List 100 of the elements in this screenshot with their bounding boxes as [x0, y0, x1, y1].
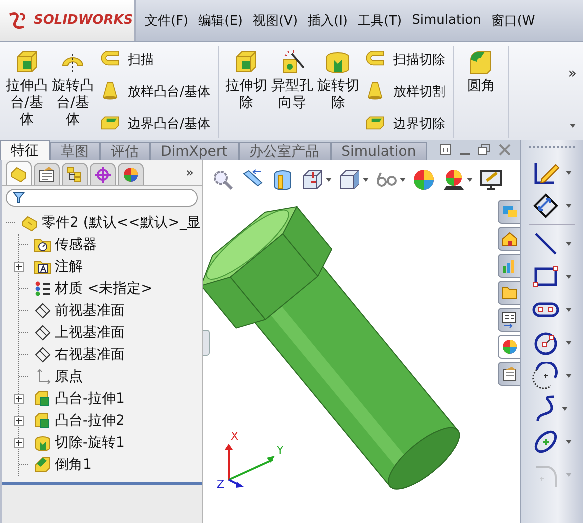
menu-item[interactable]: 工具(T): [353, 12, 408, 30]
splitter-handle[interactable]: [203, 330, 210, 356]
folder-icon: [502, 285, 518, 301]
caret-icon[interactable]: [566, 170, 572, 174]
task-pane-tab[interactable]: [498, 335, 520, 359]
monitor-icon: [479, 168, 503, 192]
caret-icon[interactable]: [467, 178, 473, 182]
caret-icon[interactable]: [570, 124, 576, 128]
dimension-icon: [532, 192, 560, 220]
tree-item[interactable]: 原点: [55, 368, 83, 386]
axis-label: Y: [277, 444, 284, 457]
caret-icon[interactable]: [566, 308, 572, 312]
tree-line: [19, 244, 29, 245]
panel-tab[interactable]: [90, 163, 116, 185]
filter-field[interactable]: [6, 189, 198, 207]
tab[interactable]: 特征: [0, 140, 50, 160]
tree-item[interactable]: 凸台-拉伸1: [55, 390, 125, 408]
ribbon-button[interactable]: 旋转凸台/基体: [50, 46, 96, 138]
ribbon-button[interactable]: 扫描切除: [365, 46, 446, 74]
panel-tab[interactable]: [34, 163, 60, 185]
tab[interactable]: 评估: [100, 142, 150, 160]
x-axis-arrow: [225, 444, 233, 480]
tree-line: [19, 464, 29, 465]
view-tool-button[interactable]: [301, 168, 332, 192]
ribbon-button[interactable]: 边界凸台/基体: [100, 110, 210, 138]
property-icon: [38, 166, 56, 184]
tree-item[interactable]: 右视基准面: [55, 346, 125, 364]
ribbon-button[interactable]: 圆角: [458, 46, 504, 138]
tab[interactable]: 办公室产品: [238, 142, 331, 160]
spline-icon: [536, 394, 556, 422]
ribbon-button[interactable]: 放样切割: [365, 78, 446, 106]
tree-item[interactable]: 凸台-拉伸2: [55, 412, 125, 430]
caret-icon[interactable]: [400, 178, 406, 182]
expand-toggle[interactable]: [14, 394, 24, 404]
ribbon-button[interactable]: 拉伸切除: [223, 46, 270, 138]
tree-item[interactable]: 前视基准面: [55, 302, 125, 320]
expand-toggle[interactable]: [14, 262, 24, 272]
task-pane-tab[interactable]: [498, 308, 520, 332]
view-tool-button[interactable]: [442, 168, 473, 192]
sketch-tool-button[interactable]: [532, 359, 572, 392]
tree-line: [19, 332, 29, 333]
panel-tab[interactable]: [118, 163, 144, 185]
tree-line: [19, 354, 29, 355]
tree-item[interactable]: 材质 <未指定>: [55, 280, 153, 298]
part-icon: [10, 164, 28, 182]
overflow-button[interactable]: »: [182, 166, 198, 185]
expand-toggle[interactable]: [14, 438, 24, 448]
caret-icon[interactable]: [566, 242, 572, 246]
ribbon-button[interactable]: 放样凸台/基体: [100, 78, 210, 106]
ribbon-button[interactable]: 拉伸凸台/基体: [4, 46, 50, 138]
caret-icon[interactable]: [566, 204, 572, 208]
tree-line: [6, 222, 16, 223]
caret-icon[interactable]: [566, 440, 572, 444]
caret-icon[interactable]: [566, 374, 572, 378]
cube-icon: [301, 168, 325, 192]
caret-icon[interactable]: [566, 340, 572, 344]
ribbon-button[interactable]: 边界切除: [365, 110, 446, 138]
tree-item[interactable]: 注解: [55, 258, 83, 276]
caret-icon[interactable]: [562, 406, 568, 410]
overflow-button[interactable]: »: [568, 66, 577, 82]
zoom-icon: [211, 168, 235, 192]
tree-item[interactable]: 上视基准面: [55, 324, 125, 342]
revolve-cut-icon: [34, 434, 52, 452]
clipboard-icon: [502, 366, 518, 382]
cube-icon: [338, 168, 362, 192]
tree-item[interactable]: 倒角1: [55, 456, 92, 474]
tree-line: [19, 376, 29, 377]
panel-tab[interactable]: [62, 163, 88, 185]
ribbon-button[interactable]: 扫描: [100, 46, 210, 74]
material-icon: [34, 280, 52, 298]
fillet-icon: [34, 456, 52, 474]
plane-icon: [34, 302, 52, 320]
appearance-icon: [122, 166, 140, 184]
tree-item[interactable]: 零件2 (默认<<默认>_显: [42, 214, 202, 232]
view-tool-button[interactable]: [338, 168, 369, 192]
view-tool-button[interactable]: [479, 168, 503, 192]
sphere-icon: [412, 168, 436, 192]
tab[interactable]: DimXpert: [150, 142, 239, 160]
menu-item[interactable]: 窗口(W: [486, 12, 540, 30]
tab[interactable]: 草图: [50, 142, 100, 160]
restore-icon[interactable]: [478, 144, 492, 156]
caret-icon[interactable]: [566, 274, 572, 278]
logo-text: SOLIDWORKS: [34, 13, 134, 28]
extrude-icon: [34, 412, 52, 430]
caret-icon[interactable]: [326, 178, 332, 182]
ribbon-button[interactable]: 异型孔向导: [269, 46, 316, 138]
caret-icon[interactable]: [363, 178, 369, 182]
scene-icon: [442, 168, 466, 192]
menu-item[interactable]: 插入(I): [303, 12, 354, 30]
menu-item[interactable]: 文件(F): [140, 12, 194, 30]
menu-item[interactable]: 视图(V): [248, 12, 304, 30]
menu-item[interactable]: 编辑(E): [194, 12, 248, 30]
menu-item[interactable]: Simulation: [407, 13, 486, 28]
task-pane-tab[interactable]: [498, 362, 520, 386]
tab[interactable]: Simulation: [330, 142, 428, 160]
expand-toggle[interactable]: [14, 416, 24, 426]
ribbon-button[interactable]: 旋转切除: [315, 46, 362, 138]
tree-item[interactable]: 切除-旋转1: [55, 434, 125, 452]
part-icon: [21, 214, 39, 232]
tree-item[interactable]: 传感器: [55, 236, 97, 254]
